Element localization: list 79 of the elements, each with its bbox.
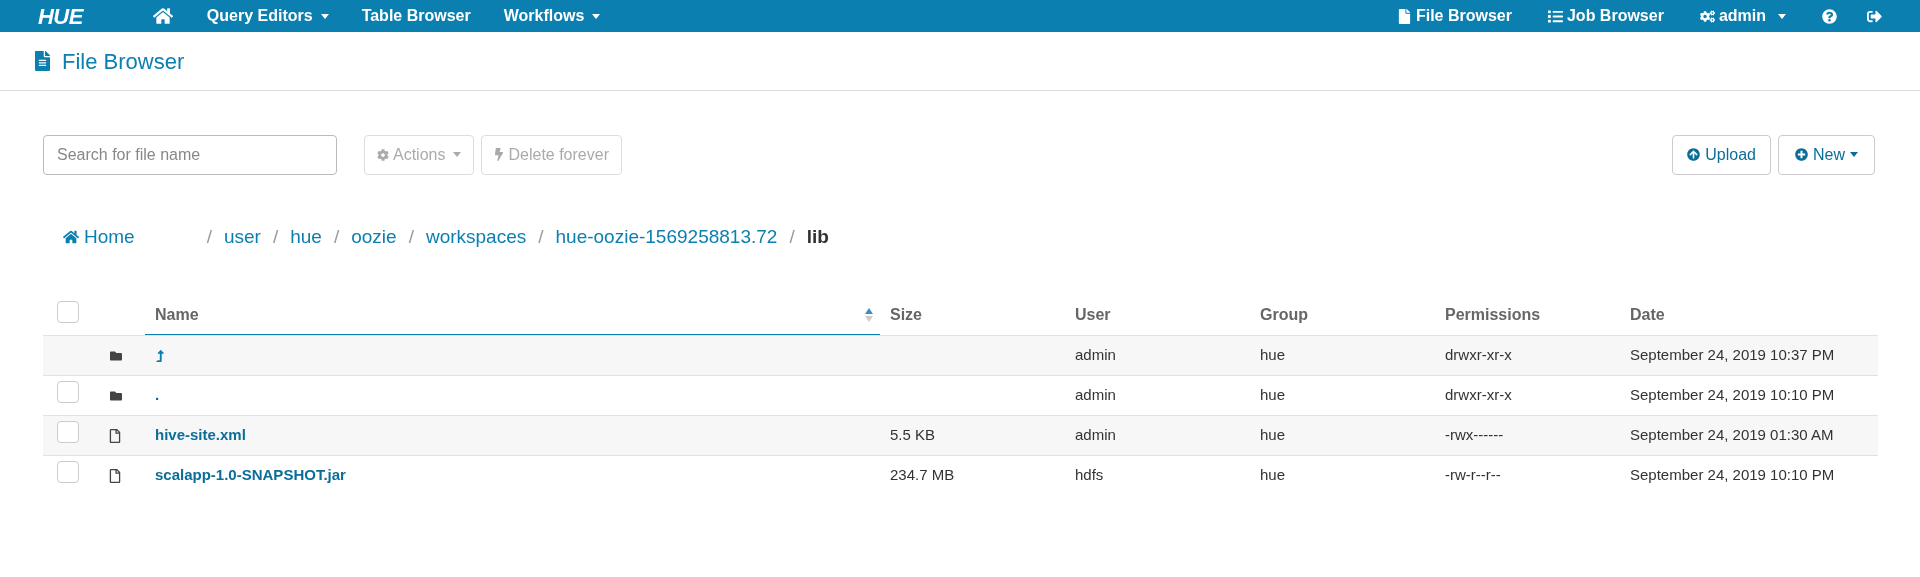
table-row[interactable]: admin hue drwxr-xr-x September 24, 2019 10:37 PM	[43, 335, 1878, 375]
table-cell: September 24, 2019 10:10 PM	[1630, 386, 1835, 404]
table-cell: drwxr-xr-x	[1445, 346, 1512, 364]
upload-button[interactable]: Upload	[1672, 134, 1771, 175]
gears-icon	[1699, 8, 1715, 24]
help-icon[interactable]	[1822, 8, 1837, 24]
checkbox[interactable]	[57, 421, 79, 444]
breadcrumb-separator: /	[333, 224, 340, 249]
table-cell: September 24, 2019 01:30 AM	[1630, 426, 1834, 444]
page-title: File Browser	[62, 47, 185, 76]
nav-menu-item[interactable]: admin	[1699, 4, 1786, 28]
table-cell: drwxr-xr-x	[1445, 386, 1512, 404]
file-name-link[interactable]: scalapp-1.0-SNAPSHOT.jar	[155, 464, 346, 487]
table-cell: admin	[1075, 386, 1116, 404]
table-cell: admin	[1075, 426, 1116, 444]
plus-icon	[1795, 148, 1808, 161]
caret-icon	[1850, 152, 1858, 157]
nav-menu-item[interactable]: Job Browser	[1547, 4, 1664, 28]
table-cell: September 24, 2019 10:37 PM	[1630, 346, 1835, 364]
checkbox[interactable]	[57, 461, 79, 484]
column-header[interactable]: User	[1065, 295, 1250, 335]
caret-icon	[592, 13, 601, 19]
table-cell: hue	[1260, 426, 1286, 444]
file-name-link[interactable]: .	[155, 384, 160, 407]
table-cell: 5.5 KB	[890, 426, 936, 444]
gear-icon	[377, 148, 389, 161]
nav-menu-item[interactable]: Table Browser	[361, 4, 471, 28]
table-cell: 234.7 MB	[890, 466, 955, 484]
checkbox[interactable]	[57, 381, 79, 404]
breadcrumb-link[interactable]: Home	[63, 222, 135, 252]
file-name-link[interactable]: hive-site.xml	[155, 424, 246, 447]
breadcrumb-link[interactable]: hue-oozie-1569258813.72	[555, 222, 778, 252]
breadcrumb-link[interactable]: workspaces	[425, 222, 527, 252]
home-icon	[63, 229, 79, 245]
table-cell: hue	[1260, 346, 1286, 364]
table-cell: admin	[1075, 346, 1116, 364]
breadcrumb-separator: /	[206, 224, 212, 249]
file-icon	[109, 428, 121, 443]
search-field[interactable]: Search for file name	[43, 134, 337, 175]
breadcrumb-separator: /	[408, 224, 414, 249]
folder-icon	[109, 349, 123, 362]
nav-menu-item[interactable]: Query Editors	[206, 4, 329, 28]
breadcrumb-separator: /	[789, 224, 795, 249]
breadcrumb-link[interactable]: oozie	[351, 222, 397, 252]
nav-menu-item[interactable]: Workflows	[503, 4, 601, 28]
breadcrumb-link[interactable]: lib	[806, 222, 829, 252]
column-header[interactable]: Group	[1250, 295, 1435, 335]
home-icon[interactable]	[152, 6, 173, 26]
column-header[interactable]: Size	[880, 295, 1065, 335]
lightning-icon	[494, 148, 505, 161]
parent-directory-icon[interactable]	[155, 349, 165, 362]
nav-menu-item[interactable]: File Browser	[1396, 4, 1512, 28]
breadcrumb-separator: /	[272, 224, 279, 249]
upload-icon	[1687, 148, 1701, 161]
table-cell: hue	[1260, 386, 1286, 404]
logout-icon[interactable]	[1867, 8, 1882, 24]
folder-icon	[109, 389, 123, 402]
breadcrumb-link[interactable]: hue	[290, 222, 322, 252]
column-header[interactable]: Date	[1620, 295, 1878, 335]
table-row[interactable]: hive-site.xml 5.5 KB admin hue -rwx------ September 24, 2019 01:30 AM	[43, 415, 1878, 455]
table-cell: -rw-r--r--	[1445, 466, 1501, 484]
table-cell: hue	[1260, 466, 1286, 484]
file-icon	[109, 468, 121, 483]
table-cell: September 24, 2019 10:10 PM	[1630, 466, 1835, 484]
file-icon	[1396, 8, 1412, 24]
table-cell: -rwx------	[1445, 426, 1504, 444]
caret-icon	[320, 13, 329, 19]
breadcrumb-link[interactable]: user	[223, 222, 261, 252]
logo[interactable]: HUE	[38, 0, 83, 33]
document-icon	[35, 51, 50, 71]
new-button[interactable]: New	[1778, 134, 1875, 175]
table-cell: hdfs	[1075, 466, 1104, 484]
list-icon	[1547, 8, 1563, 24]
caret-icon	[1778, 13, 1786, 19]
caret-icon	[453, 152, 462, 157]
column-header[interactable]: Permissions	[1435, 295, 1620, 335]
breadcrumb-separator: /	[538, 224, 544, 249]
checkbox[interactable]	[57, 300, 79, 323]
sort-icon	[864, 306, 874, 323]
